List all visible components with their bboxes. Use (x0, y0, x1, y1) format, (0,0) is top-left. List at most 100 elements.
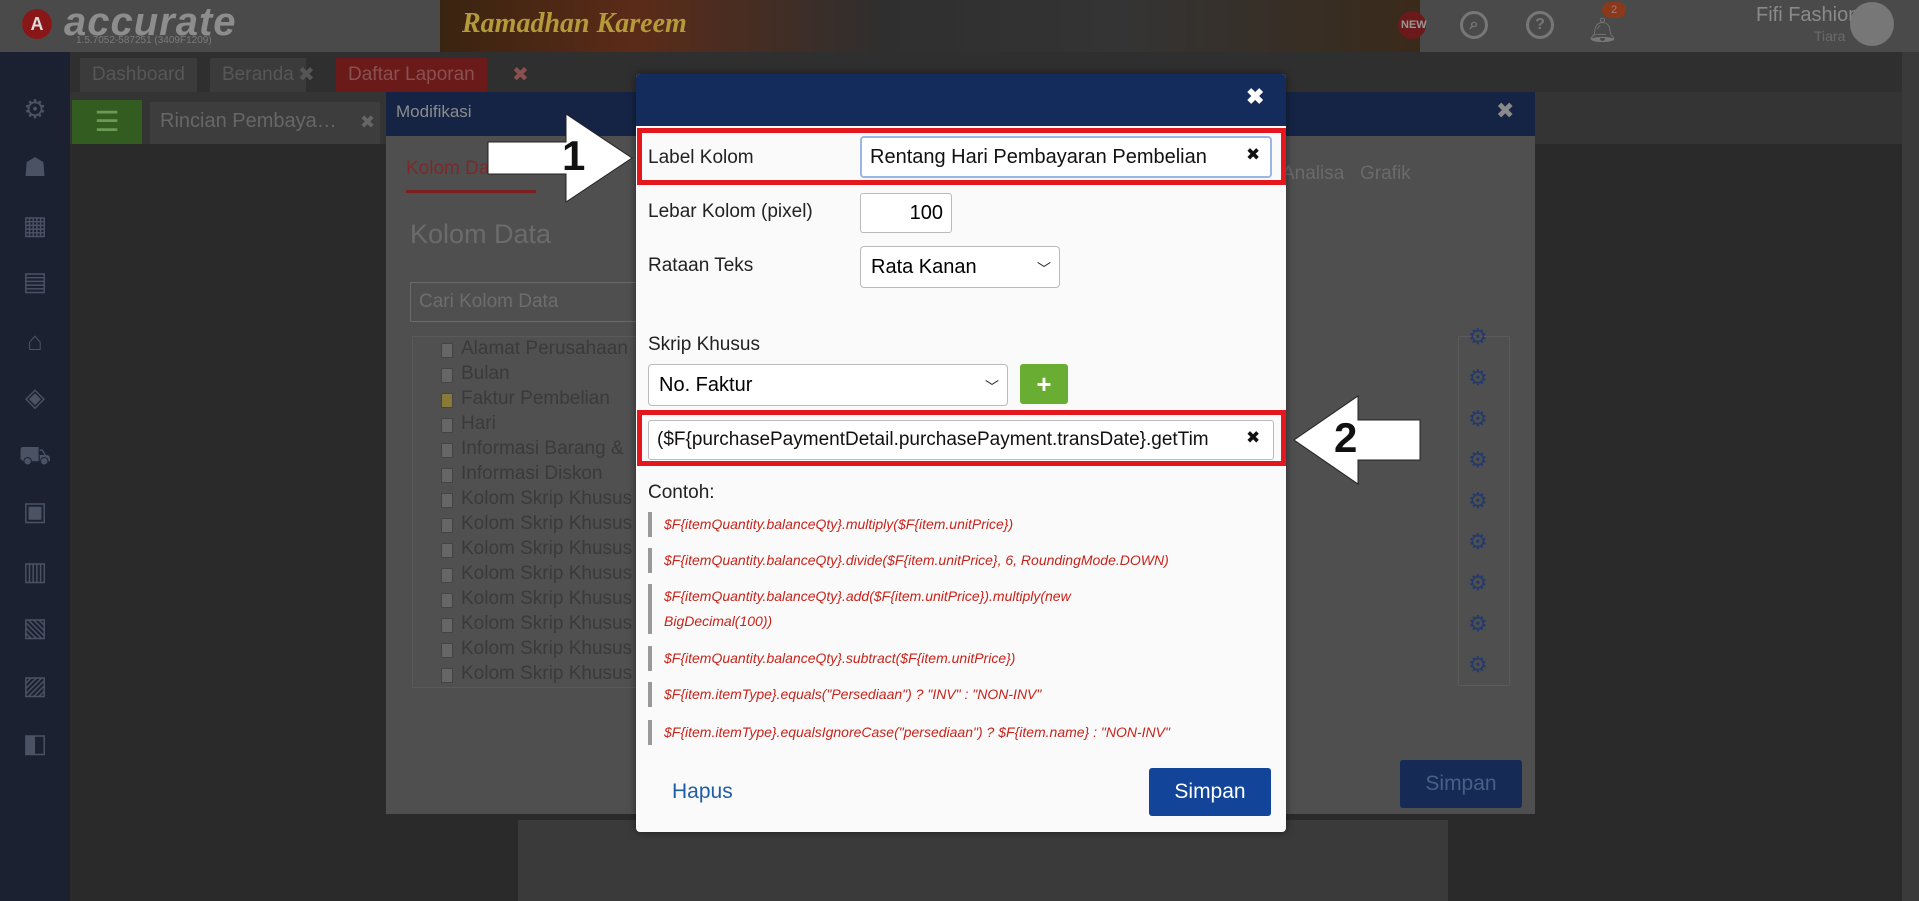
folder-icon (441, 393, 453, 408)
file-icon (441, 343, 453, 358)
file-icon (441, 618, 453, 633)
arrow-right-icon (487, 113, 633, 203)
tree-item[interactable]: Informasi Barang & (461, 438, 624, 460)
tree-item[interactable]: Kolom Skrip Khusus (461, 513, 632, 535)
tree-item[interactable]: Kolom Skrip Khusus (461, 638, 632, 660)
tree-item[interactable]: Kolom Skrip Khusus (461, 488, 632, 510)
tab-beranda[interactable]: Beranda (210, 58, 306, 92)
gear-icon[interactable]: ⚙ (1468, 406, 1488, 432)
tree-item[interactable]: Hari (461, 413, 496, 435)
gear-icon[interactable]: ⚙ (1468, 447, 1488, 473)
delete-link[interactable]: Hapus (672, 780, 733, 804)
gear-icon[interactable]: ⚙ (1468, 652, 1488, 678)
close-icon[interactable]: ✖ (1246, 84, 1264, 110)
app-version: 1.5.7052-587251 (3409F1209) (76, 35, 212, 46)
report-chart-icon[interactable]: ◧ (18, 728, 52, 758)
ledger-icon[interactable]: ▤ (18, 266, 52, 296)
example-script: $F{itemQuantity.balanceQty}.add($F{item.… (648, 584, 1108, 634)
rataan-teks-select[interactable]: Rata Kanan ﹀ (860, 246, 1060, 288)
skrip-khusus-select[interactable]: No. Faktur ﹀ (648, 364, 1008, 406)
file-icon (441, 643, 453, 658)
banner-text: Ramadhan Kareem (462, 8, 687, 39)
file-icon (441, 418, 453, 433)
search-input[interactable]: Cari Kolom Data (410, 282, 640, 322)
tab-close-icon[interactable]: ✖ (298, 62, 315, 87)
example-script: $F{item.itemType}.equalsIgnoreCase("pers… (648, 720, 1268, 745)
report-area (518, 820, 1448, 901)
tab-rincian[interactable]: Rincian Pembaya… (150, 102, 380, 144)
gear-icon[interactable]: ⚙ (1468, 570, 1488, 596)
example-script: $F{itemQuantity.balanceQty}.subtract($F{… (648, 646, 1268, 671)
tree-item[interactable]: Informasi Diskon (461, 463, 603, 485)
annotation-number-1: 1 (562, 132, 586, 179)
avatar[interactable] (1850, 2, 1894, 46)
inventory-icon[interactable]: ▧ (18, 612, 52, 642)
tab-grafik[interactable]: Grafik (1360, 163, 1411, 185)
tab-daftar-laporan[interactable]: Daftar Laporan (336, 58, 487, 92)
file-icon (441, 368, 453, 383)
lebar-kolom-label: Lebar Kolom (pixel) (648, 201, 813, 222)
skrip-khusus-label: Skrip Khusus (648, 334, 760, 355)
dialog-header (636, 74, 1286, 126)
save-button[interactable]: Simpan (1149, 768, 1271, 816)
tab-close-icon[interactable]: ✖ (360, 112, 375, 133)
people-icon[interactable]: ☗ (18, 152, 52, 182)
gear-icon[interactable]: ⚙ (1468, 488, 1488, 514)
add-field-button[interactable]: + (1020, 364, 1068, 404)
report-icon[interactable]: ▨ (18, 670, 52, 700)
gear-icon[interactable]: ⚙ (1468, 611, 1488, 637)
factory-icon[interactable]: ▥ (18, 556, 52, 586)
example-script: $F{item.itemType}.equals("Persediaan") ?… (648, 682, 1268, 707)
example-script: $F{itemQuantity.balanceQty}.multiply($F{… (648, 512, 1268, 537)
notification-count: 2 (1602, 2, 1626, 18)
modifikasi-save-button[interactable]: Simpan (1400, 760, 1522, 808)
tree-item[interactable]: Kolom Skrip Khusus (461, 613, 632, 635)
lebar-kolom-input[interactable]: 100 (860, 193, 952, 233)
contoh-label: Contoh: (648, 482, 715, 503)
rataan-teks-label: Rataan Teks (648, 255, 754, 276)
file-icon (441, 568, 453, 583)
tree-item[interactable]: Alamat Perusahaan (461, 338, 628, 360)
tab-analisa[interactable]: Analisa (1282, 163, 1344, 185)
building-icon[interactable]: ▦ (18, 210, 52, 240)
tree-item[interactable]: Kolom Skrip Khusus (461, 588, 632, 610)
bank-icon[interactable]: ⌂ (18, 326, 52, 356)
file-icon (441, 518, 453, 533)
help-icon[interactable]: ? (1526, 11, 1554, 39)
gear-icon[interactable]: ⚙ (1468, 529, 1488, 555)
tree-item[interactable]: Faktur Pembelian (461, 388, 610, 410)
search-icon[interactable]: ⌕ (1460, 11, 1488, 39)
file-icon (441, 668, 453, 683)
rataan-teks-value: Rata Kanan (871, 256, 977, 278)
chevron-down-icon: ﹀ (985, 379, 999, 395)
cart-icon[interactable]: ⛟ (18, 440, 52, 470)
modifikasi-title: Modifikasi (396, 102, 472, 121)
kolom-data-heading: Kolom Data (410, 219, 552, 249)
tree-item[interactable]: Kolom Skrip Khusus (461, 563, 632, 585)
close-icon[interactable]: ✖ (1496, 98, 1514, 124)
example-script: $F{itemQuantity.balanceQty}.divide($F{it… (648, 548, 1268, 573)
skrip-khusus-value: No. Faktur (659, 374, 753, 396)
file-icon (441, 593, 453, 608)
menu-icon[interactable]: ☰ (72, 100, 142, 144)
accurate-logo-icon: A (22, 9, 52, 39)
file-icon (441, 543, 453, 558)
file-icon (441, 443, 453, 458)
tab-close-icon[interactable]: ✖ (512, 62, 529, 87)
purchase-icon[interactable]: ▣ (18, 496, 52, 526)
file-icon (441, 468, 453, 483)
tree-item[interactable]: Kolom Skrip Khusus (461, 538, 632, 560)
file-icon (441, 493, 453, 508)
tree-item[interactable]: Kolom Skrip Khusus (461, 663, 632, 685)
gear-icon[interactable]: ⚙ (1468, 324, 1488, 350)
chevron-down-icon: ﹀ (1037, 261, 1051, 277)
scrollbar[interactable] (1902, 52, 1919, 901)
gear-icon[interactable]: ⚙ (1468, 365, 1488, 391)
new-badge-icon[interactable]: NEW (1398, 11, 1427, 39)
user-name[interactable]: Fifi Fashion (1756, 4, 1859, 27)
tree-item[interactable]: Bulan (461, 363, 510, 385)
settings-icon[interactable]: ⚙ (18, 94, 52, 124)
sales-icon[interactable]: ◈ (18, 382, 52, 412)
tab-dashboard[interactable]: Dashboard (80, 58, 197, 92)
bell-icon[interactable]: 🔔︎ (1587, 16, 1617, 45)
